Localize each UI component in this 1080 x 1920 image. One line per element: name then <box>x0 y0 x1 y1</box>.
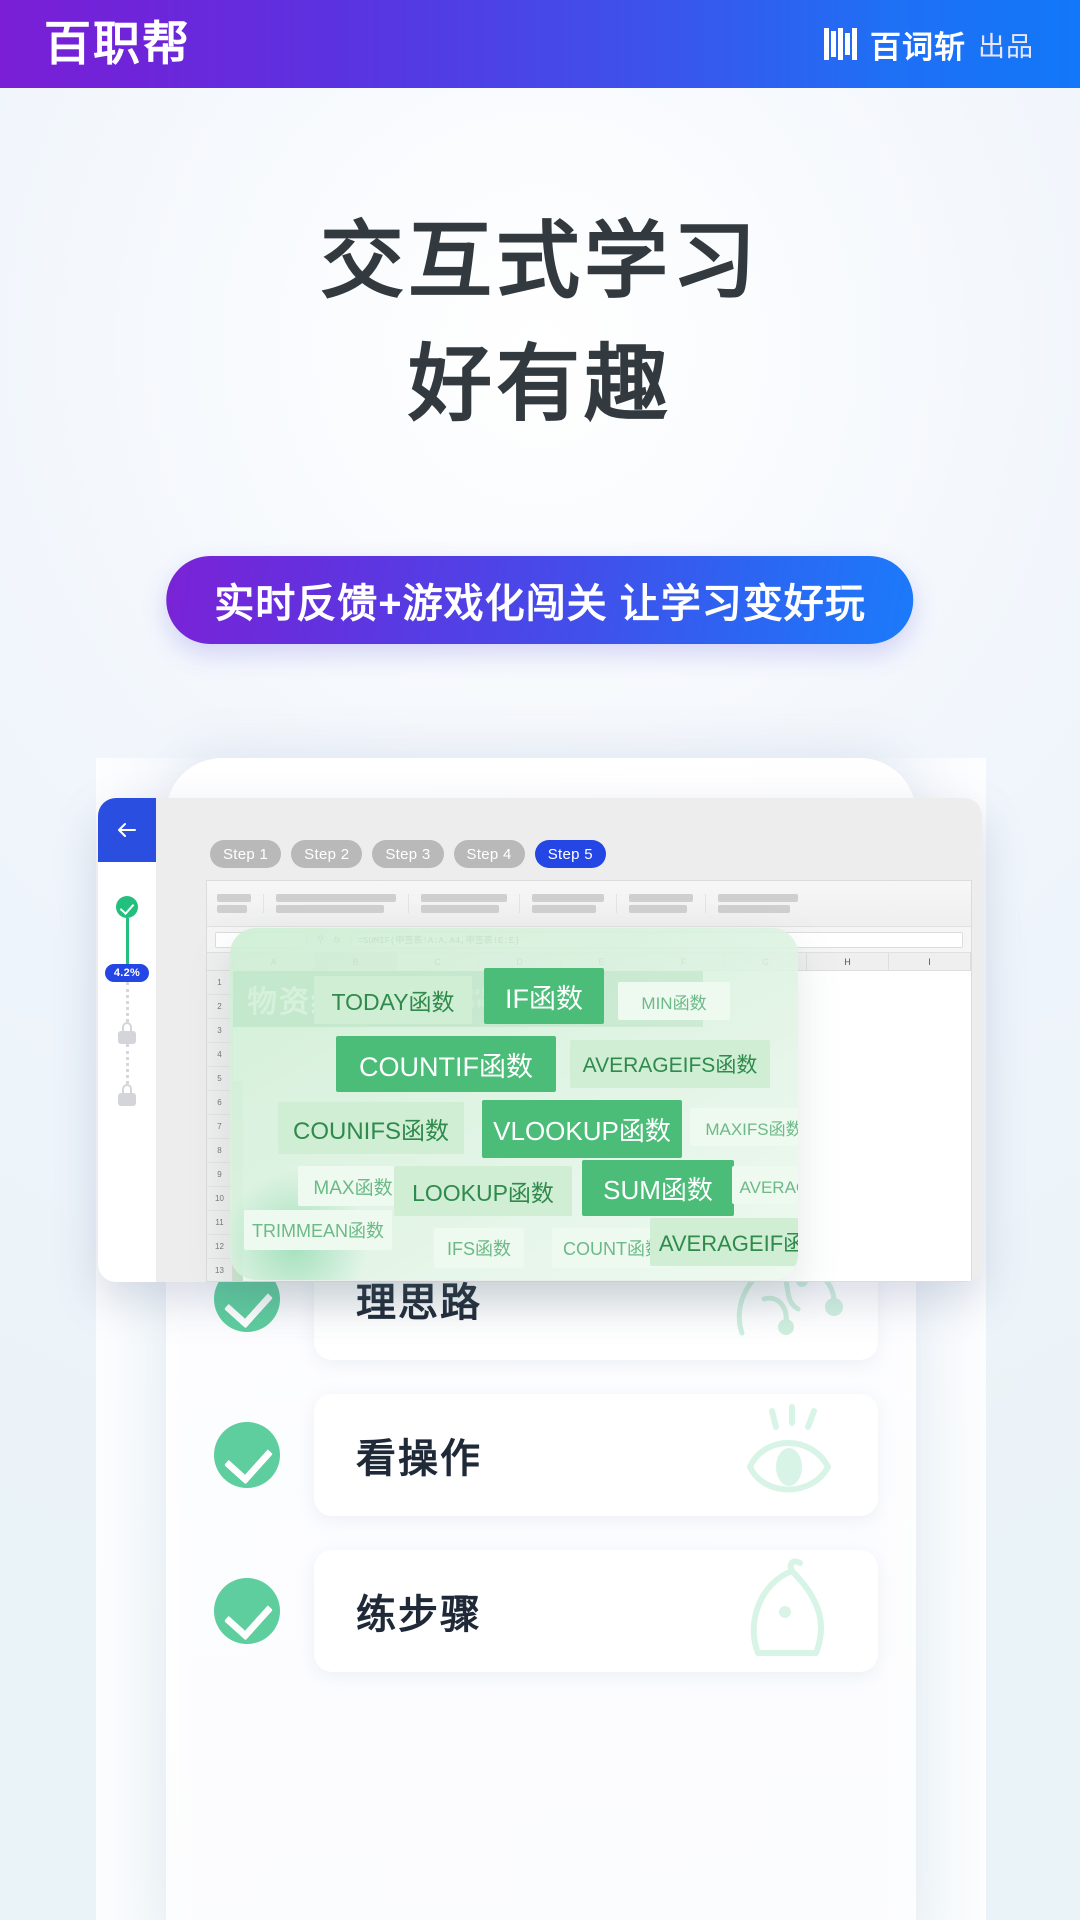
row-9[interactable]: 9 <box>207 1163 232 1187</box>
row-6[interactable]: 6 <box>207 1091 232 1115</box>
function-tag[interactable]: SUM函数 <box>582 1160 734 1216</box>
tab-step-4[interactable]: Step 4 <box>453 840 525 868</box>
progress-line-completed <box>125 918 129 964</box>
function-tag[interactable]: LOOKUP函数 <box>394 1166 572 1216</box>
lock-icon <box>117 1084 137 1107</box>
ribbon-group-styles[interactable] <box>629 894 706 913</box>
ribbon-group-editing[interactable] <box>718 894 810 913</box>
check-circle-icon <box>214 1422 280 1488</box>
checklist-card[interactable]: 看操作 <box>314 1394 878 1516</box>
list-item[interactable]: 练步骤 <box>166 1550 916 1672</box>
ribbon-group-font[interactable] <box>276 894 409 913</box>
row-13[interactable]: 13 <box>207 1259 232 1281</box>
progress-track: 4.2% <box>104 896 150 1107</box>
row-1[interactable]: 1 <box>207 971 232 995</box>
function-tag[interactable]: COUNIFS函数 <box>278 1102 464 1154</box>
row-3[interactable]: 3 <box>207 1019 232 1043</box>
progress-percent-badge: 4.2% <box>104 964 150 983</box>
ribbon-group-number[interactable] <box>532 894 617 913</box>
app-header: 百职帮 百词斩 出品 <box>0 0 1080 88</box>
row-7[interactable]: 7 <box>207 1115 232 1139</box>
eye-icon <box>746 1404 832 1493</box>
tab-step-5[interactable]: Step 5 <box>534 840 606 868</box>
col-h[interactable]: H <box>807 953 889 970</box>
tagline-badge: 实时反馈+游戏化闯关 让学习变好玩 <box>166 556 914 644</box>
ribbon-group-clipboard[interactable] <box>217 894 264 913</box>
page-title: 交互式学习 好有趣 <box>0 200 1080 445</box>
tab-step-2[interactable]: Step 2 <box>291 840 363 868</box>
back-button[interactable] <box>98 798 156 862</box>
mouse-cursor-icon <box>750 1558 825 1656</box>
ribbon-group-alignment[interactable] <box>421 894 520 913</box>
spreadsheet-ribbon <box>207 881 971 927</box>
bars-icon <box>824 28 858 60</box>
function-tag[interactable]: AVERAGE函数 <box>732 1166 798 1204</box>
publisher-suffix: 出品 <box>978 31 1034 62</box>
row-5[interactable]: 5 <box>207 1067 232 1091</box>
function-tag[interactable]: IF函数 <box>484 968 604 1024</box>
function-tag[interactable]: AVERAGEIFS函数 <box>570 1040 770 1088</box>
progress-sidebar: 4.2% <box>98 862 156 1282</box>
promo-page: 百职帮 百词斩 出品 交互式学习 好有趣 实时反馈+游戏化闯关 让学习变好玩 9… <box>0 0 1080 1920</box>
row-12[interactable]: 12 <box>207 1235 232 1259</box>
row-2[interactable]: 2 <box>207 995 232 1019</box>
function-tag-cloud: TODAY函数 IF函数 MIN函数 COUNTIF函数 AVERAGEIFS函数 COU… <box>230 928 798 1280</box>
function-tag[interactable]: TRIMMEAN函数 <box>244 1210 392 1250</box>
function-tag[interactable]: TODAY函数 <box>314 976 472 1024</box>
tab-step-1[interactable]: Step 1 <box>210 840 282 868</box>
col-i[interactable]: I <box>889 953 971 970</box>
progress-line-locked <box>125 982 129 1023</box>
step-tabs: Step 1 Step 2 Step 3 Step 4 Step 5 <box>210 840 606 868</box>
row-8[interactable]: 8 <box>207 1139 232 1163</box>
headline-line-2: 好有趣 <box>407 334 672 433</box>
function-tag[interactable]: IFS函数 <box>434 1228 524 1268</box>
lesson-checklist: 理思路 看操作 练步骤 <box>166 1238 916 1706</box>
checklist-label: 练步骤 <box>356 1593 482 1637</box>
function-tag[interactable]: VLOOKUP函数 <box>482 1100 682 1158</box>
check-circle-icon <box>214 1578 280 1644</box>
list-item[interactable]: 看操作 <box>166 1394 916 1516</box>
check-circle-icon <box>116 896 138 918</box>
checklist-label: 看操作 <box>356 1437 482 1481</box>
lock-icon <box>117 1022 137 1045</box>
arrow-left-icon <box>118 823 136 837</box>
headline-line-1: 交互式学习 <box>319 212 760 310</box>
tab-step-3[interactable]: Step 3 <box>372 840 444 868</box>
row-11[interactable]: 11 <box>207 1211 232 1235</box>
function-tag[interactable]: MAXIFS函数 <box>690 1108 798 1146</box>
row-10[interactable]: 10 <box>207 1187 232 1211</box>
publisher-name: 百词斩 <box>870 29 966 65</box>
function-tag[interactable]: MIN函数 <box>618 982 730 1020</box>
brand-logo: 百职帮 <box>44 16 191 72</box>
function-tag[interactable]: MAX函数 <box>298 1166 408 1206</box>
row-4[interactable]: 4 <box>207 1043 232 1067</box>
function-tag[interactable]: AVERAGEIF函数 <box>650 1218 798 1266</box>
checklist-card[interactable]: 练步骤 <box>314 1550 878 1672</box>
publisher-block: 百词斩 出品 <box>824 22 1034 67</box>
progress-line-locked <box>125 1044 129 1085</box>
function-tag[interactable]: COUNTIF函数 <box>336 1036 556 1092</box>
